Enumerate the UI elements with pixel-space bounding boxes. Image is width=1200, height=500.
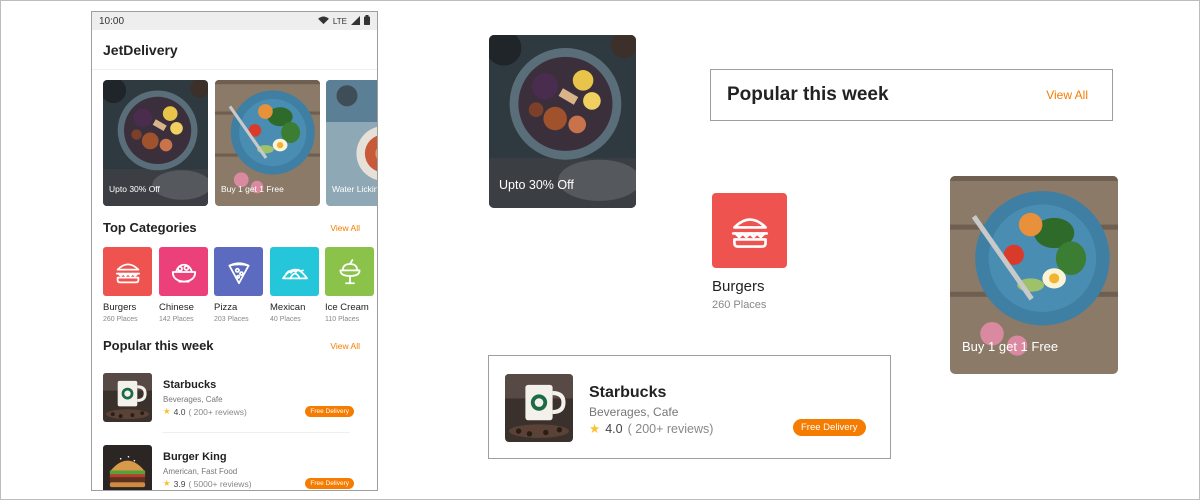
category-name: Ice Cream [325,302,369,313]
restaurant-row-starbucks[interactable]: Starbucks Beverages, Cafe ★ 4.0 ( 200+ r… [103,373,360,425]
row-divider [163,432,350,433]
category-mexican[interactable]: Mexican 40 Places [270,247,319,323]
offer-caption: Upto 30% Off [109,184,160,194]
restaurant-name: Starbucks [163,379,217,391]
phone-screen: 10:00 LTE JetDelivery Upto 30% Off Buy 1… [91,11,378,491]
view-all-link[interactable]: View All [1046,88,1088,102]
offer-card[interactable]: Upto 30% Off [103,80,208,206]
app-bar: JetDelivery [92,30,377,70]
categories-header: Top Categories View All [103,220,360,235]
pizza-slice-icon [223,256,255,288]
restaurant-row-burger-king[interactable]: Burger King American, Fast Food ★ 3.9 ( … [103,445,360,491]
section-title: Popular this week [103,338,214,353]
offer-card[interactable]: Water Licking [326,80,378,206]
category-places: 260 Places [712,299,767,311]
restaurant-name: Starbucks [589,384,667,401]
category-tile [214,247,263,296]
category-ice-cream[interactable]: Ice Cream 110 Places [325,247,374,323]
restaurant-rating: ★ 4.0 ( 200+ reviews) [163,406,247,417]
view-all-link[interactable]: View All [330,341,360,351]
showcase-section-header: Popular this week View All [710,69,1113,121]
noodle-bowl-icon [168,256,200,288]
showcase-restaurant-card[interactable]: Starbucks Beverages, Cafe ★ 4.0 ( 200+ r… [488,355,891,459]
status-icons: LTE [318,15,370,27]
rating-value: 4.0 [605,421,623,436]
category-places: 142 Places [159,316,194,323]
burger-icon [112,256,144,288]
app-title: JetDelivery [103,41,178,58]
category-name: Mexican [270,302,306,313]
category-tile [325,247,374,296]
category-places: 260 Places [103,316,138,323]
star-icon: ★ [163,478,171,488]
category-name: Burgers [103,302,137,313]
category-tile [103,247,152,296]
category-name: Pizza [214,302,238,313]
restaurant-rating: ★ 4.0 ( 200+ reviews) [589,421,714,437]
showcase-offer-card-2[interactable]: Buy 1 get 1 Free [950,176,1118,374]
category-pizza[interactable]: Pizza 203 Places [214,247,263,323]
category-burgers[interactable]: Burgers 260 Places [103,247,152,323]
rating-value: 3.9 [173,478,186,489]
popular-header: Popular this week View All [103,338,360,353]
restaurant-photo [103,373,152,422]
section-title: Top Categories [103,220,197,235]
signal-icon [351,15,360,27]
restaurant-cuisine: American, Fast Food [163,467,238,476]
star-icon: ★ [163,406,171,416]
category-places: 203 Places [214,316,249,323]
ice-cream-icon [334,256,366,288]
free-delivery-badge: Free Delivery [305,406,354,417]
offer-caption: Buy 1 get 1 Free [962,339,1059,354]
star-icon: ★ [589,422,601,436]
free-delivery-badge: Free Delivery [793,419,866,436]
category-tile [270,247,319,296]
canvas-frame: 10:00 LTE JetDelivery Upto 30% Off Buy 1… [0,0,1200,500]
restaurant-cuisine: Beverages, Cafe [163,395,223,404]
category-name: Chinese [159,302,194,313]
offer-caption: Buy 1 get 1 Free [221,184,284,194]
restaurant-rating: ★ 3.9 ( 5000+ reviews) [163,478,252,489]
status-time: 10:00 [99,15,125,27]
battery-icon [364,15,370,27]
view-all-link[interactable]: View All [330,223,360,233]
showcase-offer-card[interactable]: Upto 30% Off [489,35,636,208]
offer-caption: Upto 30% Off [499,178,574,192]
restaurant-cuisine: Beverages, Cafe [589,405,679,419]
restaurant-photo [103,445,152,491]
restaurant-photo [505,374,573,442]
taco-icon [279,256,311,288]
status-bar: 10:00 LTE [92,12,377,30]
category-name: Burgers [712,278,765,295]
free-delivery-badge: Free Delivery [305,478,354,489]
network-label: LTE [332,16,347,26]
offer-card[interactable]: Buy 1 get 1 Free [215,80,320,206]
offer-caption: Water Licking [332,184,378,194]
section-title: Popular this week [727,84,889,105]
category-tile [159,247,208,296]
restaurant-name: Burger King [163,451,227,463]
category-tile [712,193,787,268]
categories-row[interactable]: Burgers 260 Places Chinese 142 Places Pi… [103,247,377,327]
category-places: 110 Places [325,316,360,323]
showcase-category-burgers[interactable]: Burgers 260 Places [712,193,787,311]
category-chinese[interactable]: Chinese 142 Places [159,247,208,323]
review-count: ( 200+ reviews) [627,421,714,436]
offers-carousel[interactable]: Upto 30% Off Buy 1 get 1 Free Water Lick… [103,80,378,206]
wifi-icon [318,15,329,27]
review-count: ( 200+ reviews) [188,406,247,417]
burger-icon [726,207,774,255]
rating-value: 4.0 [173,406,186,417]
review-count: ( 5000+ reviews) [188,478,252,489]
category-places: 40 Places [270,316,301,323]
